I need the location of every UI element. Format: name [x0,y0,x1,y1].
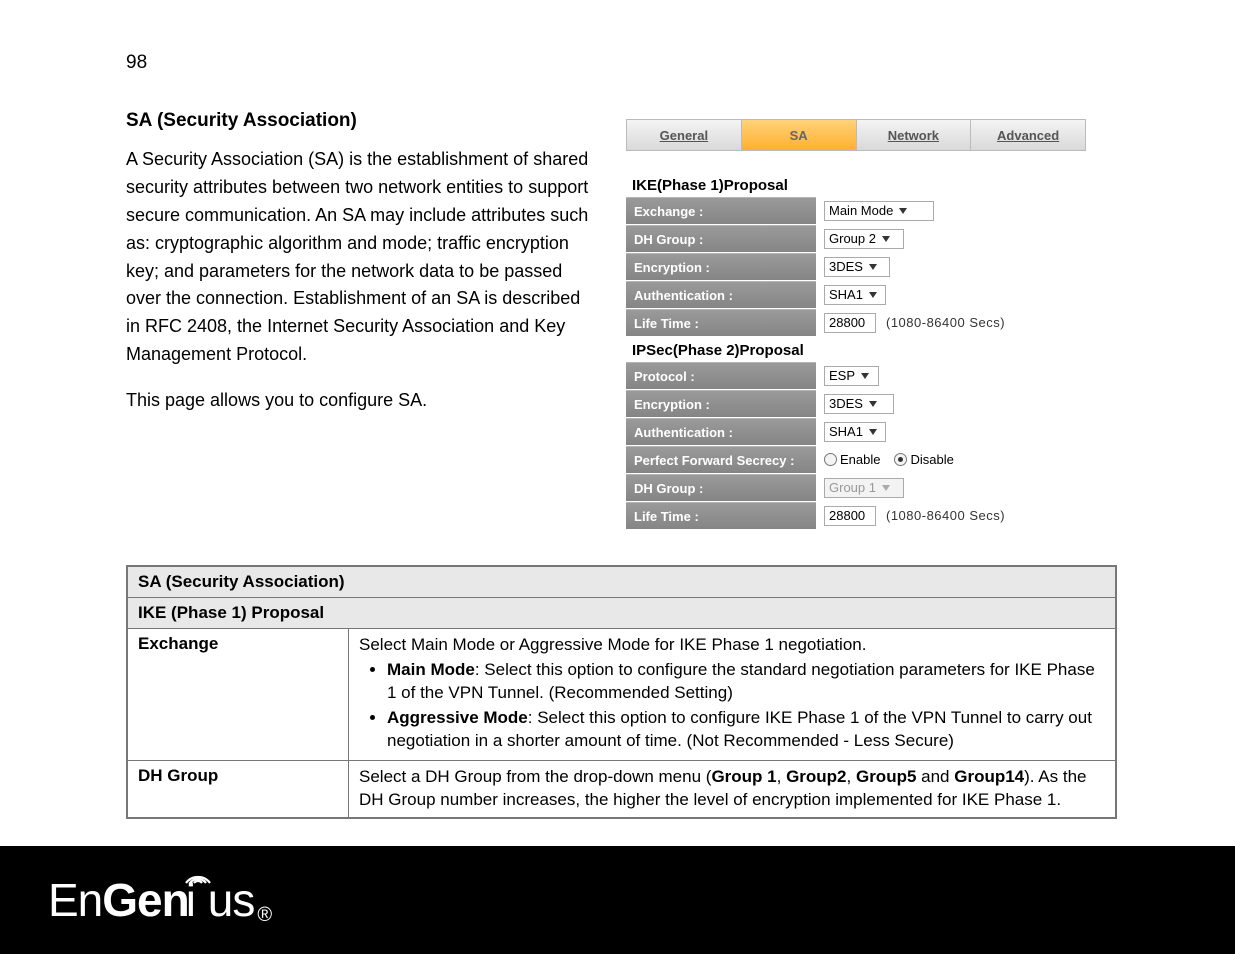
row-exchange-desc: Select Main Mode or Aggressive Mode for … [349,629,1117,761]
row-dhgroup-key: DH Group [127,760,349,817]
ike-dhgroup-label: DH Group : [626,225,816,252]
brand-part1: En [48,873,102,927]
ipsec-protocol-label: Protocol : [626,362,816,389]
tab-bar: General SA Network Advanced [626,119,1086,151]
chevron-down-icon [869,292,877,298]
row-exchange-key: Exchange [127,629,349,761]
wifi-icon: i [186,873,208,927]
ipsec-encryption-label: Encryption : [626,390,816,417]
ipsec-auth-label: Authentication : [626,418,816,445]
pfs-enable-radio[interactable] [824,453,837,466]
ike-lifetime-hint: (1080-86400 Secs) [886,315,1005,330]
ike-dhgroup-select[interactable]: Group 2 [824,229,904,249]
ipsec-dhgroup-value: Group 1 [829,480,876,495]
ipsec-pfs-label: Perfect Forward Secrecy : [626,446,816,473]
sa-config-panel: General SA Network Advanced IKE(Phase 1)… [626,119,1086,529]
row-dhgroup-desc: Select a DH Group from the drop-down men… [349,760,1117,817]
ike-auth-value: SHA1 [829,287,863,302]
ike-auth-select[interactable]: SHA1 [824,285,886,305]
ike-encryption-select[interactable]: 3DES [824,257,890,277]
tab-sa[interactable]: SA [742,120,857,150]
exchange-main-mode: Main Mode: Select this option to configu… [387,659,1105,705]
table-header-ike: IKE (Phase 1) Proposal [127,598,1116,629]
ipsec-encryption-select[interactable]: 3DES [824,394,894,414]
ipsec-dhgroup-label: DH Group : [626,474,816,501]
pfs-disable-label: Disable [910,452,953,467]
chevron-down-icon [861,373,869,379]
chevron-down-icon [869,401,877,407]
sa-paragraph-1: A Security Association (SA) is the estab… [126,146,596,369]
ipsec-protocol-select[interactable]: ESP [824,366,879,386]
pfs-enable-label: Enable [840,452,880,467]
exchange-intro: Select Main Mode or Aggressive Mode for … [359,634,1105,657]
ike-dhgroup-value: Group 2 [829,231,876,246]
exchange-aggressive-mode: Aggressive Mode: Select this option to c… [387,707,1105,753]
tab-advanced[interactable]: Advanced [971,120,1085,150]
pfs-disable-radio[interactable] [894,453,907,466]
chevron-down-icon [899,208,907,214]
sa-description-table: SA (Security Association) IKE (Phase 1) … [126,565,1117,819]
ipsec-lifetime-input[interactable]: 28800 [824,506,876,526]
chevron-down-icon [882,485,890,491]
chevron-down-icon [882,236,890,242]
tab-network[interactable]: Network [857,120,972,150]
ipsec-auth-select[interactable]: SHA1 [824,422,886,442]
page-number: 98 [126,52,1117,74]
ike-exchange-value: Main Mode [829,203,893,218]
ipsec-section-title: IPSec(Phase 2)Proposal [632,342,1086,359]
ike-exchange-select[interactable]: Main Mode [824,201,934,221]
brand-part3: us [208,873,255,927]
ike-auth-label: Authentication : [626,281,816,308]
ipsec-dhgroup-select: Group 1 [824,478,904,498]
ipsec-encryption-value: 3DES [829,396,863,411]
ipsec-lifetime-hint: (1080-86400 Secs) [886,508,1005,523]
tab-general[interactable]: General [627,120,742,150]
ike-lifetime-input[interactable]: 28800 [824,313,876,333]
registered-icon: ® [257,904,271,927]
ike-lifetime-label: Life Time : [626,309,816,336]
sa-heading: SA (Security Association) [126,110,596,132]
sa-paragraph-2: This page allows you to configure SA. [126,387,596,415]
table-header-sa: SA (Security Association) [127,566,1116,598]
brand-part2: Gen [102,873,188,927]
ipsec-lifetime-label: Life Time : [626,502,816,529]
ipsec-auth-value: SHA1 [829,424,863,439]
ipsec-protocol-value: ESP [829,368,855,383]
ike-encryption-label: Encryption : [626,253,816,280]
ike-encryption-value: 3DES [829,259,863,274]
ike-section-title: IKE(Phase 1)Proposal [632,177,1086,194]
ike-exchange-label: Exchange : [626,197,816,224]
footer: EnGeni us® [0,846,1235,954]
brand-logo: EnGeni us® [48,873,271,927]
chevron-down-icon [869,264,877,270]
chevron-down-icon [869,429,877,435]
